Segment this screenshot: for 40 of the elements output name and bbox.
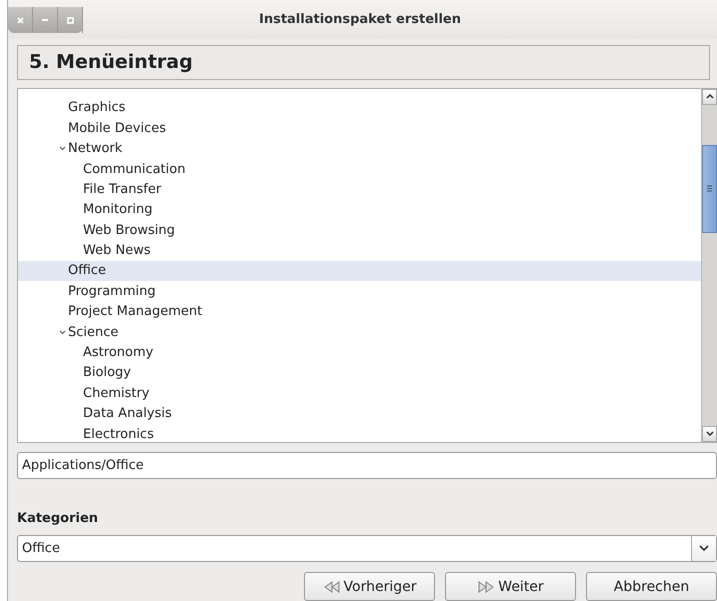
tree-item[interactable]: Office	[18, 260, 701, 282]
close-icon	[16, 16, 24, 24]
grip-icon	[707, 185, 712, 192]
minimize-icon	[42, 19, 48, 21]
caret-down-icon	[706, 431, 714, 436]
expander-icon[interactable]	[58, 146, 66, 152]
tree-item[interactable]: Chemistry	[18, 383, 701, 404]
next-button[interactable]: Weiter	[445, 572, 576, 601]
chevron-down-icon	[699, 545, 709, 552]
tree-item[interactable]: Astronomy	[18, 342, 701, 363]
tree-item[interactable]: Network	[18, 138, 701, 159]
categories-dropdown[interactable]: Office	[17, 534, 717, 562]
tree-item[interactable]: Monitoring	[18, 200, 701, 220]
cancel-button[interactable]: Abbrechen	[586, 572, 717, 601]
categories-label: Kategorien	[17, 510, 98, 526]
tree-item[interactable]: Web News	[18, 240, 701, 261]
scroll-thumb[interactable]	[702, 144, 717, 233]
path-field[interactable]: Applications/Office	[17, 452, 717, 479]
tree-item[interactable]: Communication	[18, 158, 701, 180]
caret-up-icon	[706, 94, 714, 100]
scroll-up-button[interactable]	[702, 88, 717, 105]
tree-item[interactable]: Electronics	[18, 424, 701, 442]
tree-item[interactable]: Mobile Devices	[18, 118, 701, 138]
rewind-icon	[322, 580, 341, 592]
tree-item[interactable]: Graphics	[18, 98, 701, 118]
tree-item[interactable]: Biology	[18, 362, 701, 384]
window-title: Installationspaket erstellen	[258, 12, 462, 27]
page-title: 5. Menüeintrag	[17, 44, 710, 80]
tree-item[interactable]: Web Browsing	[18, 220, 701, 240]
scrollbar[interactable]	[701, 88, 717, 442]
tree-item[interactable]: File Transfer	[18, 179, 701, 200]
tree-item[interactable]: Data Analysis	[18, 404, 701, 424]
maximize-icon	[66, 16, 74, 24]
expander-icon[interactable]	[58, 330, 66, 335]
back-button[interactable]: Vorheriger	[304, 572, 435, 601]
scroll-down-button[interactable]	[702, 426, 717, 442]
tree-item[interactable]: Programming	[18, 281, 701, 302]
tree-item[interactable]: Project Management	[18, 302, 701, 322]
tree-item[interactable]: Science	[18, 322, 701, 342]
fast-forward-icon	[477, 580, 496, 592]
